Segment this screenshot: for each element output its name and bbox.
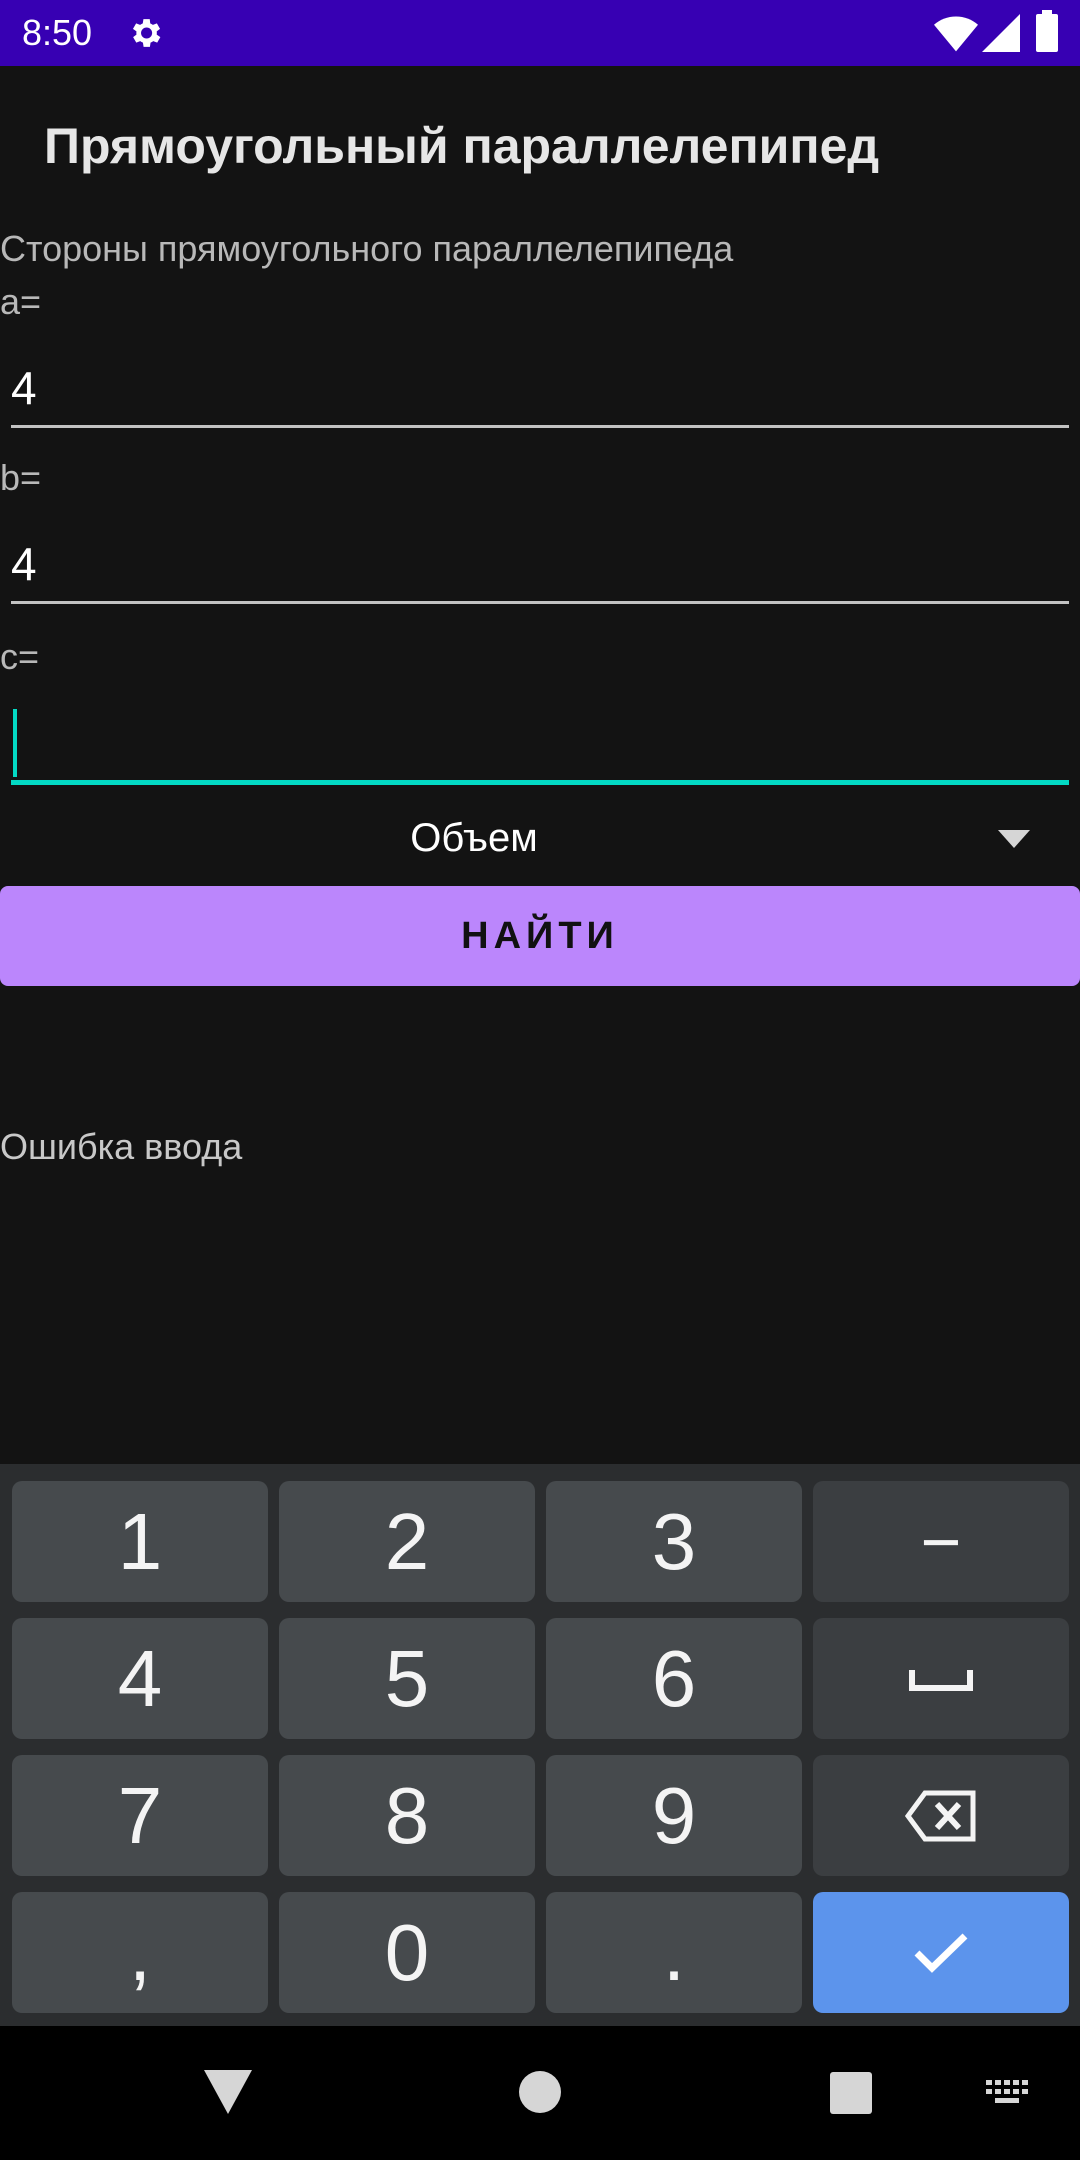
b-input-value: 4 — [11, 538, 37, 590]
back-icon[interactable] — [204, 2070, 252, 2114]
app-title: Прямоугольный параллелепипед — [44, 118, 880, 174]
key-backspace[interactable] — [813, 1755, 1069, 1876]
c-input[interactable] — [11, 705, 1069, 785]
keyboard-switch-icon[interactable] — [986, 2080, 1028, 2110]
key-comma[interactable]: , — [12, 1892, 268, 2013]
wifi-icon — [934, 16, 978, 52]
status-time: 8:50 — [22, 12, 93, 53]
key-4[interactable]: 4 — [12, 1618, 268, 1739]
screen: 8:50 Прямоугольный параллелепипед Сторон… — [0, 0, 1080, 2160]
home-icon[interactable] — [518, 2070, 562, 2114]
key-9[interactable]: 9 — [546, 1755, 802, 1876]
spinner-selected-value: Объем — [410, 816, 538, 860]
key-5[interactable]: 5 — [279, 1618, 535, 1739]
key-8[interactable]: 8 — [279, 1755, 535, 1876]
b-input[interactable]: 4 — [11, 528, 1069, 604]
key-minus[interactable]: − — [813, 1481, 1069, 1602]
signal-icon — [982, 14, 1020, 52]
key-1[interactable]: 1 — [12, 1481, 268, 1602]
a-label: a= — [0, 281, 42, 322]
find-button[interactable]: НАЙТИ — [0, 886, 1080, 986]
b-label: b= — [0, 457, 42, 498]
recents-icon[interactable] — [830, 2072, 872, 2114]
a-input[interactable]: 4 — [11, 352, 1069, 428]
dropdown-arrow-icon — [998, 830, 1030, 848]
check-icon — [914, 1932, 968, 1973]
key-2[interactable]: 2 — [279, 1481, 535, 1602]
numeric-keyboard: 1 2 3 − 4 5 6 7 8 9 , 0 . — [0, 1464, 1080, 2026]
text-cursor — [13, 709, 17, 777]
sides-label: Стороны прямоугольного параллелепипеда — [0, 228, 734, 269]
a-input-value: 4 — [11, 362, 37, 414]
key-0[interactable]: 0 — [279, 1892, 535, 2013]
key-space[interactable] — [813, 1618, 1069, 1739]
battery-icon — [1036, 10, 1058, 52]
c-label: c= — [0, 636, 40, 677]
status-bar: 8:50 — [0, 0, 1080, 66]
calculation-type-spinner[interactable]: Объем — [0, 798, 1080, 878]
key-period[interactable]: . — [546, 1892, 802, 2013]
navigation-bar — [0, 2026, 1080, 2160]
gear-icon — [132, 19, 161, 47]
backspace-icon — [905, 1790, 976, 1841]
space-icon — [909, 1669, 973, 1691]
key-3[interactable]: 3 — [546, 1481, 802, 1602]
key-7[interactable]: 7 — [12, 1755, 268, 1876]
key-6[interactable]: 6 — [546, 1618, 802, 1739]
enter-key[interactable] — [813, 1892, 1069, 2013]
error-message: Ошибка ввода — [0, 1126, 243, 1167]
